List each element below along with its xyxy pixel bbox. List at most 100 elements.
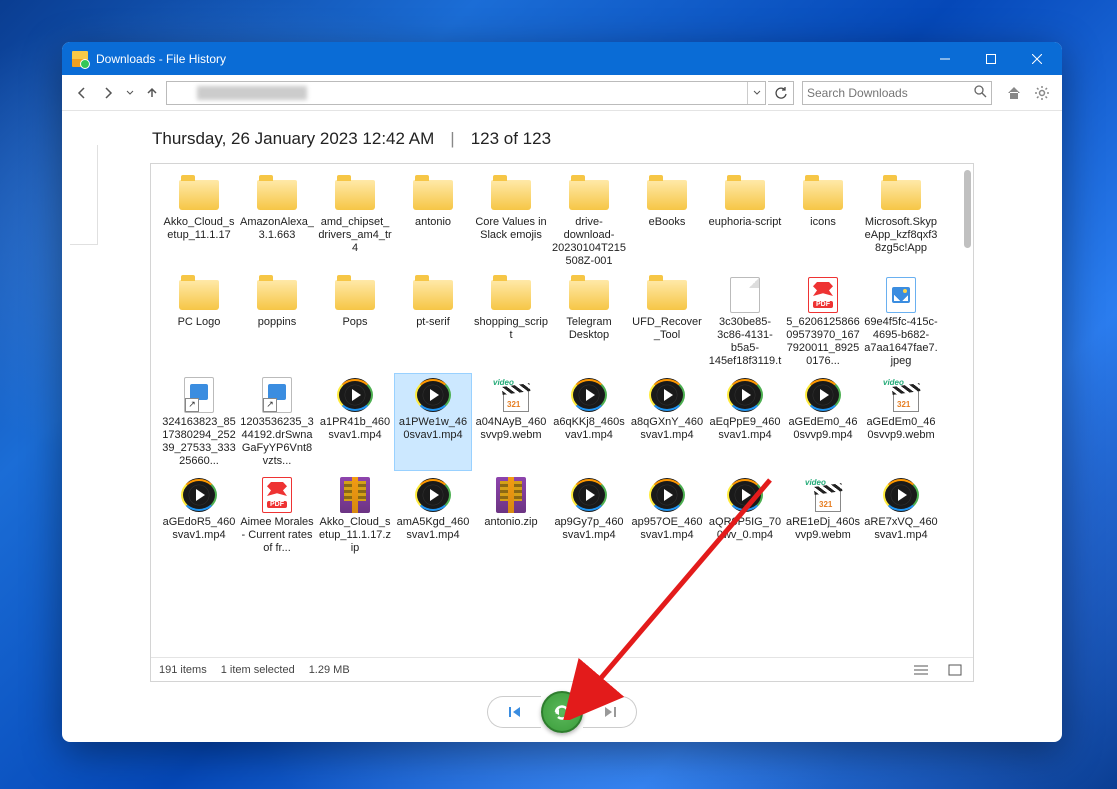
nav-pane-stub (70, 145, 98, 245)
file-item[interactable]: Microsoft.SkypeApp_kzf8qxf38zg5c!App (863, 174, 939, 270)
file-label: euphoria-script (708, 216, 782, 229)
file-label: eBooks (630, 216, 704, 229)
file-label: aGEdoR5_460svav1.mp4 (162, 516, 236, 542)
file-item[interactable]: Core Values in Slack emojis (473, 174, 549, 270)
scrollbar-thumb[interactable] (964, 170, 971, 248)
address-bar[interactable] (166, 81, 766, 105)
file-item[interactable]: 1203536235_344192.drSwnaGaFyYP6Vnt8vzts.… (239, 374, 315, 470)
up-button[interactable] (140, 81, 164, 105)
file-item[interactable]: 324163823_8517380294_25239_27533_3332566… (161, 374, 237, 470)
file-item[interactable]: a6qKKj8_460svav1.mp4 (551, 374, 627, 470)
folder-icon (646, 176, 688, 214)
wmp-icon (568, 476, 610, 514)
file-label: PC Logo (162, 316, 236, 329)
file-label: 1203536235_344192.drSwnaGaFyYP6Vnt8vzts.… (240, 416, 314, 468)
file-item[interactable]: antonio (395, 174, 471, 270)
file-label: Aimee Morales - Current rates of fr... (240, 516, 314, 555)
file-item[interactable]: videoaRE1eDj_460svvp9.webm (785, 474, 861, 557)
navigation-controls (62, 682, 1062, 742)
video-icon: video (490, 376, 532, 414)
recent-locations-button[interactable] (122, 81, 138, 105)
file-item[interactable]: drive-download-20230104T215508Z-001 (551, 174, 627, 270)
file-item[interactable]: pt-serif (395, 274, 471, 370)
maximize-button[interactable] (968, 42, 1014, 75)
file-item[interactable]: antonio.zip (473, 474, 549, 557)
file-label: 3c30be85-3c86-4131-b5a5-145ef18f3119.tmp (708, 316, 782, 368)
file-item[interactable]: aGEdEm0_460svvp9.mp4 (785, 374, 861, 470)
folder-icon (880, 176, 922, 214)
close-button[interactable] (1014, 42, 1060, 75)
file-item[interactable]: PDFAimee Morales - Current rates of fr..… (239, 474, 315, 557)
search-input[interactable] (807, 86, 973, 100)
file-item[interactable]: AmazonAlexa_3.1.663 (239, 174, 315, 270)
folder-icon (646, 276, 688, 314)
file-label: a8qGXnY_460svav1.mp4 (630, 416, 704, 442)
file-item[interactable]: shopping_script (473, 274, 549, 370)
next-version-button[interactable] (583, 696, 637, 728)
previous-version-button[interactable] (487, 696, 541, 728)
minimize-button[interactable] (922, 42, 968, 75)
wmp-icon (334, 376, 376, 414)
file-item[interactable]: videoa04NAyB_460svvp9.webm (473, 374, 549, 470)
details-view-button[interactable] (911, 661, 931, 679)
file-item[interactable]: videoaGEdEm0_460svvp9.webm (863, 374, 939, 470)
file-item[interactable]: amd_chipset_drivers_am4_tr4 (317, 174, 393, 270)
back-button[interactable] (70, 81, 94, 105)
file-item[interactable]: aGEdoR5_460svav1.mp4 (161, 474, 237, 557)
file-item[interactable]: a1PR41b_460svav1.mp4 (317, 374, 393, 470)
rar-icon (490, 476, 532, 514)
snapshot-timestamp: Thursday, 26 January 2023 12:42 AM (152, 129, 434, 149)
file-item[interactable]: aQR0P5IG_700wv_0.mp4 (707, 474, 783, 557)
file-item[interactable]: amA5Kgd_460svav1.mp4 (395, 474, 471, 557)
address-dropdown-button[interactable] (747, 82, 765, 104)
file-grid[interactable]: Akko_Cloud_setup_11.1.17AmazonAlexa_3.1.… (151, 164, 973, 657)
status-size: 1.29 MB (309, 664, 350, 676)
file-item[interactable]: PC Logo (161, 274, 237, 370)
file-item[interactable]: UFD_Recover_Tool (629, 274, 705, 370)
file-item[interactable]: a8qGXnY_460svav1.mp4 (629, 374, 705, 470)
file-item[interactable]: aEqPpE9_460svav1.mp4 (707, 374, 783, 470)
window-title: Downloads - File History (96, 52, 922, 66)
large-icons-view-button[interactable] (945, 661, 965, 679)
file-history-window: Downloads - File History (62, 42, 1062, 742)
file-item[interactable]: 3c30be85-3c86-4131-b5a5-145ef18f3119.tmp (707, 274, 783, 370)
file-item[interactable]: PDF5_620612586609573970_1677920011_89250… (785, 274, 861, 370)
forward-button[interactable] (96, 81, 120, 105)
file-item[interactable]: euphoria-script (707, 174, 783, 270)
address-path-obscured (197, 86, 307, 100)
file-item[interactable]: aRE7xVQ_460svav1.mp4 (863, 474, 939, 557)
folder-icon (256, 276, 298, 314)
file-item[interactable]: Pops (317, 274, 393, 370)
restore-button[interactable] (541, 691, 583, 733)
file-item[interactable]: ap957OE_460svav1.mp4 (629, 474, 705, 557)
file-item[interactable]: ap9Gy7p_460svav1.mp4 (551, 474, 627, 557)
file-item[interactable]: Akko_Cloud_setup_11.1.17.zip (317, 474, 393, 557)
file-item[interactable]: eBooks (629, 174, 705, 270)
folder-icon (490, 176, 532, 214)
file-item[interactable]: Telegram Desktop (551, 274, 627, 370)
wmp-icon (724, 476, 766, 514)
file-label: Core Values in Slack emojis (474, 216, 548, 242)
folder-icon (802, 176, 844, 214)
file-item[interactable]: Akko_Cloud_setup_11.1.17 (161, 174, 237, 270)
wmp-icon (724, 376, 766, 414)
link-icon (256, 376, 298, 414)
file-item[interactable]: 69e4f5fc-415c-4695-b682-a7aa1647fae7.jpe… (863, 274, 939, 370)
folder-icon (568, 176, 610, 214)
file-item[interactable]: poppins (239, 274, 315, 370)
titlebar[interactable]: Downloads - File History (62, 42, 1062, 75)
search-icon (973, 84, 987, 101)
file-label: a1PR41b_460svav1.mp4 (318, 416, 392, 442)
scrollbar[interactable] (956, 170, 971, 627)
file-label: aQR0P5IG_700wv_0.mp4 (708, 516, 782, 542)
file-label: 324163823_8517380294_25239_27533_3332566… (162, 416, 236, 468)
wmp-icon (880, 476, 922, 514)
file-item[interactable]: a1PWe1w_460svav1.mp4 (395, 374, 471, 470)
file-label: ap9Gy7p_460svav1.mp4 (552, 516, 626, 542)
search-box[interactable] (802, 81, 992, 105)
wmp-icon (802, 376, 844, 414)
settings-button[interactable] (1030, 81, 1054, 105)
file-item[interactable]: icons (785, 174, 861, 270)
home-button[interactable] (1002, 81, 1026, 105)
refresh-button[interactable] (768, 81, 794, 105)
